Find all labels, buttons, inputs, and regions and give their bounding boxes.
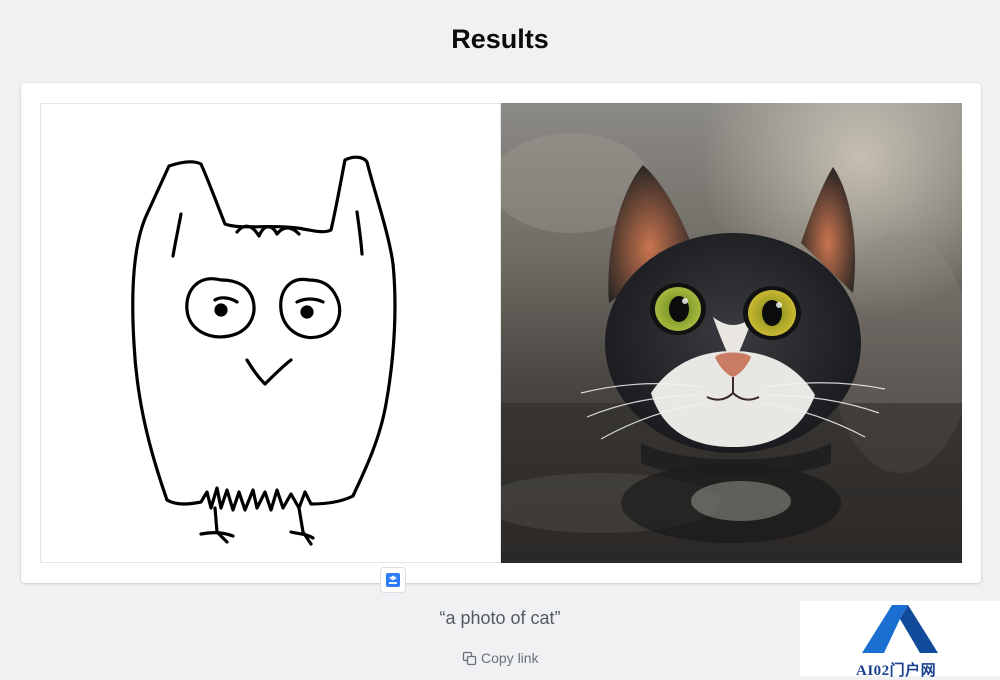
owl-sketch-drawing — [131, 155, 397, 546]
copy-icon — [462, 651, 477, 665]
sketch-image — [40, 103, 501, 563]
watermark-text: AI02门户网 — [856, 663, 937, 679]
watermark-logo: AI02门户网 — [800, 601, 1000, 679]
watermark-a-icon — [862, 605, 938, 653]
app-logo-badge[interactable] — [380, 567, 406, 593]
results-card — [21, 83, 981, 583]
cat-photo-illustration — [501, 103, 962, 563]
generated-photo — [501, 103, 962, 563]
page-title: Results — [451, 24, 549, 54]
copy-link-button[interactable]: Copy link — [462, 649, 539, 667]
copy-link-label: Copy link — [481, 650, 539, 666]
app-logo-icon — [386, 573, 400, 587]
